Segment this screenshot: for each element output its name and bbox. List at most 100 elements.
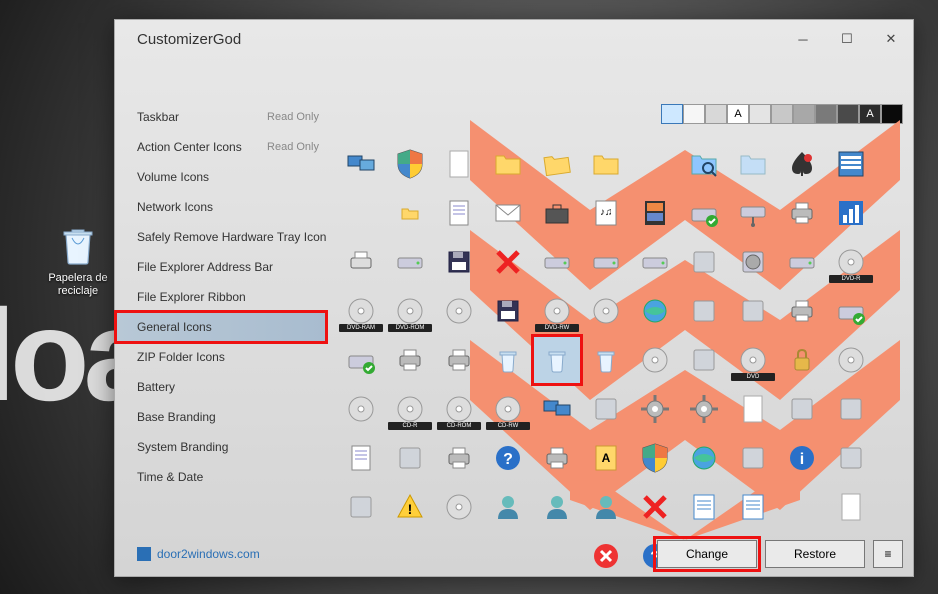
toolbox-icon[interactable]: [533, 189, 581, 237]
info-icon[interactable]: i: [778, 434, 826, 482]
globe-icon[interactable]: [631, 287, 679, 335]
chart-icon[interactable]: [827, 189, 875, 237]
sidebar-item-time-date[interactable]: Time & Date: [115, 462, 327, 492]
printer2-icon[interactable]: [337, 238, 385, 286]
disc3-icon[interactable]: [631, 336, 679, 384]
hdd-icon[interactable]: [729, 238, 777, 286]
menu-button[interactable]: ≡: [873, 540, 903, 568]
music-score-icon[interactable]: ♪♫: [582, 189, 630, 237]
dvd-icon[interactable]: DVD: [729, 336, 777, 384]
folder-search-icon[interactable]: [680, 140, 728, 188]
printer4-icon[interactable]: [533, 434, 581, 482]
dvd-ram-icon[interactable]: DVD-RAM: [337, 287, 385, 335]
phone-icon[interactable]: [386, 434, 434, 482]
disc-check-icon[interactable]: [827, 287, 875, 335]
flower-icon[interactable]: [337, 483, 385, 531]
list2-icon[interactable]: [729, 483, 777, 531]
shield-icon[interactable]: [386, 140, 434, 188]
dvd-r-icon[interactable]: DVD-R: [827, 238, 875, 286]
sunflower-icon[interactable]: [827, 434, 875, 482]
cd-r-icon[interactable]: CD-R: [386, 385, 434, 433]
mp3-player-icon[interactable]: [582, 385, 630, 433]
lock-icon[interactable]: [778, 336, 826, 384]
window-flag-icon[interactable]: [680, 238, 728, 286]
cd-rom-icon[interactable]: CD-ROM: [435, 385, 483, 433]
titlebar[interactable]: CustomizerGod ─ ☐ ✕: [115, 20, 913, 58]
a-flag-icon[interactable]: A: [582, 434, 630, 482]
window-list-icon[interactable]: [827, 140, 875, 188]
icon-grid[interactable]: ♪♫ DVD-R DVD-RAMDVD-ROM DVD-RW DVD CD-RCD-ROM…: [337, 140, 903, 526]
gears-icon[interactable]: [680, 385, 728, 433]
displays-icon[interactable]: [337, 140, 385, 188]
notepad-icon[interactable]: [435, 189, 483, 237]
disc2-icon[interactable]: [582, 287, 630, 335]
spade-icon[interactable]: [778, 140, 826, 188]
printer-icon[interactable]: [778, 189, 826, 237]
gear-icon[interactable]: [631, 385, 679, 433]
blank-page-icon[interactable]: [827, 483, 875, 531]
sidebar-item-network-icons[interactable]: Network Icons: [115, 192, 327, 222]
photo-icon[interactable]: [778, 385, 826, 433]
servers-icon[interactable]: [729, 434, 777, 482]
shield2-icon[interactable]: [631, 434, 679, 482]
folder-tilted-icon[interactable]: [533, 140, 581, 188]
camera-icon[interactable]: [729, 287, 777, 335]
envelope-icon[interactable]: [484, 189, 532, 237]
film-strip-icon[interactable]: [631, 189, 679, 237]
landscape-icon[interactable]: [827, 385, 875, 433]
close-button[interactable]: ✕: [869, 20, 913, 58]
drive-check-icon[interactable]: [680, 189, 728, 237]
printer-check3-icon[interactable]: [435, 336, 483, 384]
printer3-icon[interactable]: [435, 434, 483, 482]
sidebar-item-battery[interactable]: Battery: [115, 372, 327, 402]
help-icon[interactable]: ?: [484, 434, 532, 482]
sidebar-item-system-branding[interactable]: System Branding: [115, 432, 327, 462]
sidebar-item-zip-folder-icons[interactable]: ZIP Folder Icons: [115, 342, 327, 372]
drive-check2-icon[interactable]: [337, 336, 385, 384]
sidebar-item-general-icons[interactable]: General Icons: [115, 312, 327, 342]
monitors-icon[interactable]: [533, 385, 581, 433]
dvd-rom-icon[interactable]: DVD-ROM: [386, 287, 434, 335]
folder-translucent-icon[interactable]: [729, 140, 777, 188]
restore-button[interactable]: Restore: [765, 540, 865, 568]
sidebar-item-action-center-icons[interactable]: Action Center IconsRead Only: [115, 132, 327, 162]
recycle-tiny-icon[interactable]: [582, 336, 630, 384]
minimize-button[interactable]: ─: [781, 20, 825, 58]
document-icon[interactable]: [435, 140, 483, 188]
printer-check2-icon[interactable]: [386, 336, 434, 384]
warning-icon[interactable]: !: [386, 483, 434, 531]
disc4-icon[interactable]: [827, 336, 875, 384]
list-icon[interactable]: [680, 483, 728, 531]
sidebar-item-file-explorer-address-bar[interactable]: File Explorer Address Bar: [115, 252, 327, 282]
desktop-recycle-bin[interactable]: Papelera de reciclaje: [43, 222, 113, 298]
recycle-bin-group-icon[interactable]: [484, 336, 532, 384]
folder-yellow-icon[interactable]: [582, 140, 630, 188]
disc-icon[interactable]: [435, 287, 483, 335]
x-red-icon[interactable]: [484, 238, 532, 286]
user-shield-icon[interactable]: [582, 483, 630, 531]
cd-rw-icon[interactable]: CD-RW: [484, 385, 532, 433]
disc6-icon[interactable]: [435, 483, 483, 531]
dvd-rw-icon[interactable]: DVD-RW: [533, 287, 581, 335]
folder-small-icon[interactable]: [386, 189, 434, 237]
globe-stand-icon[interactable]: [680, 434, 728, 482]
disc5-icon[interactable]: [337, 385, 385, 433]
drive2-icon[interactable]: [631, 238, 679, 286]
printer-check-icon[interactable]: [778, 287, 826, 335]
sidebar-item-volume-icons[interactable]: Volume Icons: [115, 162, 327, 192]
box-icon[interactable]: [680, 287, 728, 335]
floppy-icon[interactable]: [435, 238, 483, 286]
drive-icon[interactable]: [386, 238, 434, 286]
sidebar-item-safely-remove-hardware-tray-icon[interactable]: Safely Remove Hardware Tray Icon: [115, 222, 327, 252]
x-red2-icon[interactable]: [631, 483, 679, 531]
floppy2-icon[interactable]: [484, 287, 532, 335]
users-icon[interactable]: [533, 483, 581, 531]
camera2-icon[interactable]: [680, 336, 728, 384]
user-icon[interactable]: [484, 483, 532, 531]
maximize-button[interactable]: ☐: [825, 20, 869, 58]
network-drive-icon[interactable]: [729, 189, 777, 237]
footer-link[interactable]: door2windows.com: [137, 547, 260, 561]
sidebar-item-base-branding[interactable]: Base Branding: [115, 402, 327, 432]
dark-drive-icon[interactable]: [533, 238, 581, 286]
sidebar-item-taskbar[interactable]: TaskbarRead Only: [115, 102, 327, 132]
